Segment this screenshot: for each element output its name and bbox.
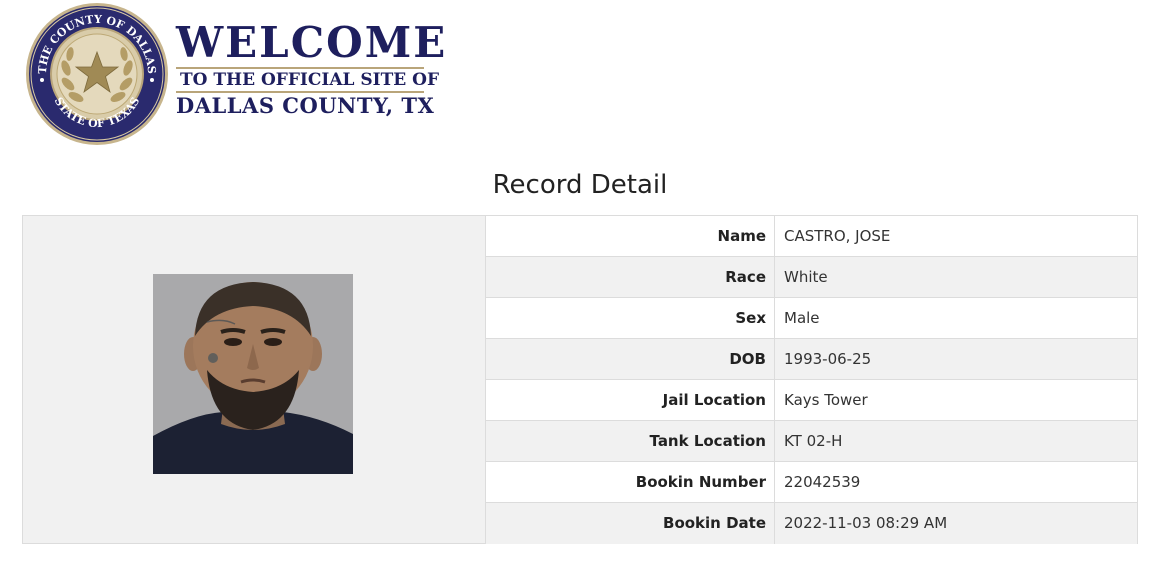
record-fields: Name CASTRO, JOSE Race White Sex Male DO… — [486, 216, 1137, 544]
site-header: THE COUNTY OF DALLAS STATE OF TEXAS WELC… — [24, 2, 447, 146]
official-site-subtitle: TO THE OFFICIAL SITE OF — [180, 70, 440, 90]
county-name: DALLAS COUNTY, TX — [176, 93, 435, 118]
row-label: Tank Location — [486, 421, 775, 461]
welcome-banner: WELCOME TO THE OFFICIAL SITE OF DALLAS C… — [176, 20, 447, 118]
welcome-heading: WELCOME — [176, 18, 448, 67]
table-row-race: Race White — [486, 257, 1137, 298]
row-value: 22042539 — [784, 473, 861, 491]
row-label: Sex — [486, 298, 775, 338]
photo-cell — [23, 216, 486, 543]
row-label: Bookin Date — [486, 503, 775, 544]
table-row-name: Name CASTRO, JOSE — [486, 216, 1137, 257]
mugshot-photo — [153, 274, 353, 474]
table-row-jail-location: Jail Location Kays Tower — [486, 380, 1137, 421]
row-value: White — [784, 268, 828, 286]
row-label: Bookin Number — [486, 462, 775, 502]
page-title: Record Detail — [492, 170, 668, 200]
table-row-bookin-number: Bookin Number 22042539 — [486, 462, 1137, 503]
table-row-sex: Sex Male — [486, 298, 1137, 339]
table-row-tank-location: Tank Location KT 02-H — [486, 421, 1137, 462]
row-value: KT 02-H — [784, 432, 843, 450]
row-value: Kays Tower — [784, 391, 868, 409]
row-label: Jail Location — [486, 380, 775, 420]
table-row-dob: DOB 1993-06-25 — [486, 339, 1137, 380]
row-value: 2022-11-03 08:29 AM — [784, 514, 948, 532]
row-label: Name — [486, 216, 775, 256]
table-row-bookin-date: Bookin Date 2022-11-03 08:29 AM — [486, 503, 1137, 544]
county-seal-logo[interactable]: THE COUNTY OF DALLAS STATE OF TEXAS — [24, 2, 170, 146]
row-label: Race — [486, 257, 775, 297]
banner-rule-top — [176, 67, 424, 69]
row-value: CASTRO, JOSE — [784, 227, 891, 245]
record-detail-table: Name CASTRO, JOSE Race White Sex Male DO… — [22, 215, 1138, 544]
row-label: DOB — [486, 339, 775, 379]
row-value: 1993-06-25 — [784, 350, 872, 368]
row-value: Male — [784, 309, 820, 327]
